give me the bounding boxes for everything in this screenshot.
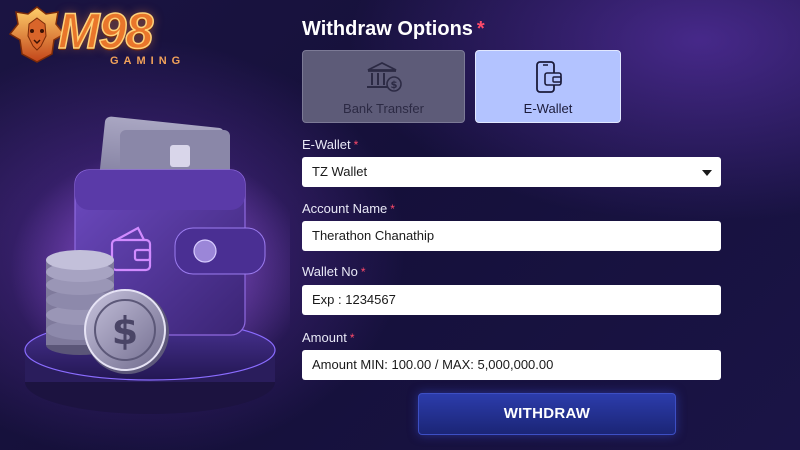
svg-text:$: $ [112, 309, 138, 353]
card-chip [170, 145, 190, 167]
ewallet-select-value: TZ Wallet [312, 164, 368, 179]
withdraw-button[interactable]: WITHDRAW [418, 393, 676, 435]
required-marker: * [476, 18, 485, 40]
ewallet-option[interactable]: E-Wallet [475, 50, 621, 123]
account-name-input[interactable]: Therathon Chanathip [302, 221, 721, 251]
svg-text:$: $ [390, 80, 397, 91]
wallet-illustration: $ [10, 116, 290, 414]
wallet-top-fold [75, 170, 245, 210]
account-name-value: Therathon Chanathip [312, 228, 435, 243]
dollar-coin-icon: $ [84, 289, 169, 374]
ewallet-icon [536, 61, 562, 93]
account-name-label-text: Account Name [302, 201, 388, 216]
chevron-down-icon [702, 170, 712, 176]
amount-input[interactable]: Amount MIN: 100.00 / MAX: 5,000,000.00 [302, 350, 721, 380]
clasp-button [193, 239, 217, 263]
withdraw-options-title: Withdraw Options * [302, 18, 485, 41]
brand-logo: M98 GAMING [6, 2, 206, 70]
amount-placeholder: Amount MIN: 100.00 / MAX: 5,000,000.00 [312, 357, 554, 372]
logo-subtitle: GAMING [110, 55, 186, 67]
wallet-no-field-label: Wallet No * [302, 264, 366, 279]
ewallet-field-label: E-Wallet * [302, 137, 358, 152]
ewallet-option-label: E-Wallet [523, 101, 573, 116]
ewallet-label-text: E-Wallet [302, 137, 351, 152]
required-marker: * [390, 202, 395, 216]
bank-transfer-option[interactable]: $ Bank Transfer [302, 50, 465, 123]
bank-icon: $ [366, 61, 402, 92]
logo-wordmark: M98 [57, 2, 154, 60]
amount-label-text: Amount [302, 330, 347, 345]
required-marker: * [360, 265, 366, 279]
wallet-no-input[interactable]: Exp : 1234567 [302, 285, 721, 315]
account-name-field-label: Account Name * [302, 201, 395, 216]
wallet-no-placeholder: Exp : 1234567 [312, 292, 396, 307]
ewallet-select[interactable]: TZ Wallet [302, 157, 721, 187]
required-marker: * [353, 138, 359, 152]
required-marker: * [349, 331, 355, 345]
wallet-clasp [174, 227, 266, 275]
bank-transfer-label: Bank Transfer [343, 101, 424, 116]
wallet-no-label-text: Wallet No [302, 264, 358, 279]
title-text: Withdraw Options [302, 18, 473, 40]
withdraw-form: Withdraw Options * $ Bank Transfer E-Wal… [302, 0, 722, 450]
amount-field-label: Amount * [302, 330, 354, 345]
